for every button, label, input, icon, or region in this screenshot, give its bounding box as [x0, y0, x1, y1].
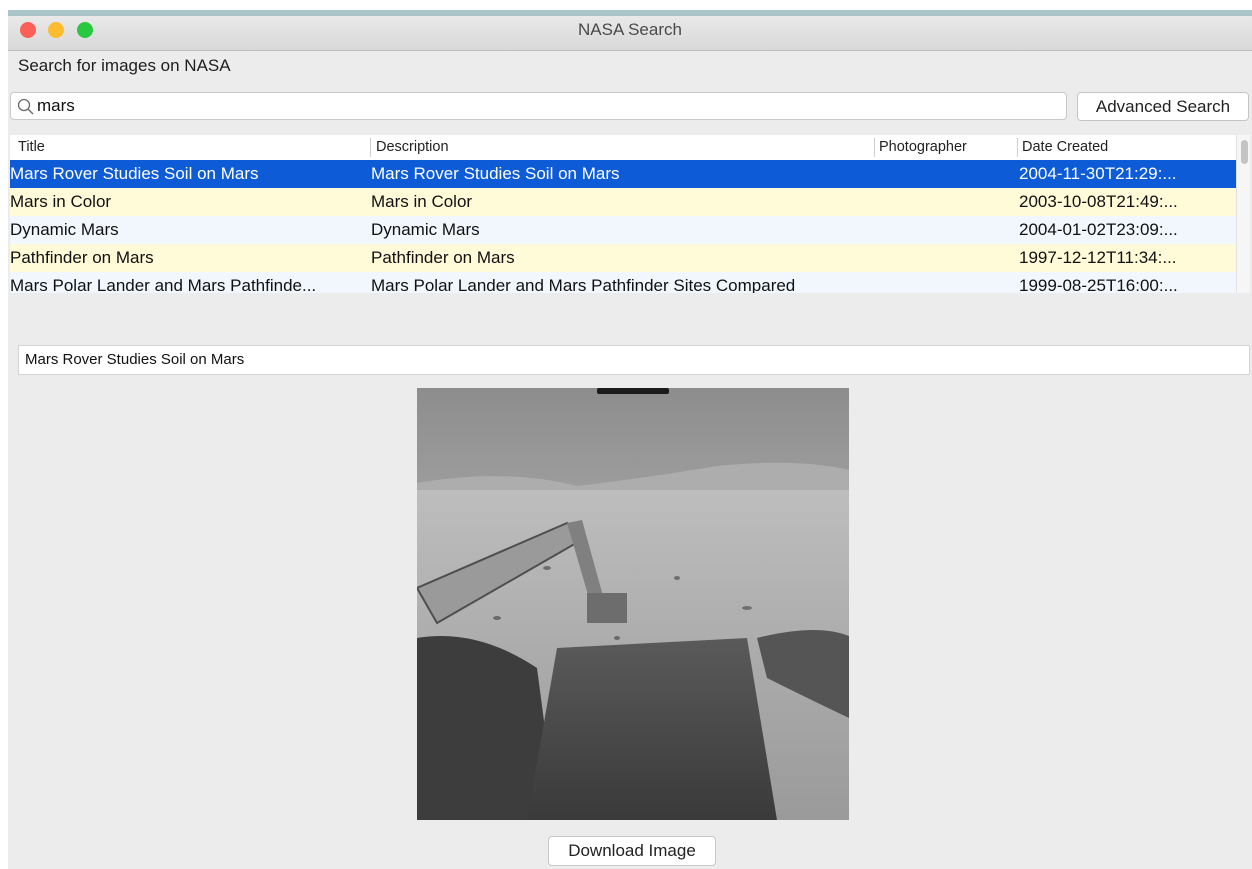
column-header-title[interactable]: Title	[18, 139, 45, 155]
page-subtitle: Search for images on NASA	[18, 56, 231, 75]
cell-date-created: 2004-11-30T21:29:...	[1019, 164, 1177, 183]
search-icon	[17, 98, 34, 115]
cell-date-created: 1997-12-12T11:34:...	[1019, 248, 1177, 267]
advanced-search-button[interactable]: Advanced Search	[1077, 92, 1249, 121]
app-window: NASA Search Search for images on NASA Ad…	[8, 10, 1252, 869]
column-header-photographer[interactable]: Photographer	[879, 139, 967, 155]
cell-date-created: 1999-08-25T16:00:...	[1019, 276, 1178, 293]
table-scrollbar[interactable]	[1236, 135, 1250, 293]
column-divider[interactable]	[370, 138, 371, 157]
table-header: Title Description Photographer Date Crea…	[10, 135, 1250, 161]
column-header-description[interactable]: Description	[376, 139, 449, 155]
cell-title: Mars in Color	[10, 192, 112, 211]
cell-date-created: 2003-10-08T21:49:...	[1019, 192, 1178, 211]
image-caption: Mars Rover Studies Soil on Mars	[18, 345, 1250, 375]
cell-title: Mars Polar Lander and Mars Pathfinde...	[10, 276, 317, 293]
cell-date-created: 2004-01-02T23:09:...	[1019, 220, 1178, 239]
table-row[interactable]: Dynamic Mars Dynamic Mars 2004-01-02T23:…	[10, 216, 1236, 244]
column-header-date-created[interactable]: Date Created	[1022, 139, 1108, 155]
window-title: NASA Search	[578, 20, 682, 39]
scrollbar-thumb[interactable]	[1241, 140, 1248, 164]
cell-description: Mars in Color	[371, 192, 473, 211]
mars-rover-image	[417, 388, 849, 820]
results-table[interactable]: Title Description Photographer Date Crea…	[10, 135, 1250, 293]
cell-description: Mars Rover Studies Soil on Mars	[371, 164, 620, 183]
search-input[interactable]	[37, 93, 1057, 119]
table-row[interactable]: Mars in Color Mars in Color 2003-10-08T2…	[10, 188, 1236, 216]
search-field[interactable]	[10, 92, 1067, 120]
download-image-button[interactable]: Download Image	[548, 836, 716, 866]
cell-description: Mars Polar Lander and Mars Pathfinder Si…	[371, 276, 796, 293]
cell-title: Mars Rover Studies Soil on Mars	[10, 164, 259, 183]
cell-title: Dynamic Mars	[10, 220, 119, 239]
table-row-selected[interactable]: Mars Rover Studies Soil on Mars Mars Rov…	[10, 160, 1236, 188]
cell-description: Dynamic Mars	[371, 220, 480, 239]
column-divider[interactable]	[874, 138, 875, 157]
cell-description: Pathfinder on Mars	[371, 248, 515, 267]
table-row[interactable]: Mars Polar Lander and Mars Pathfinde... …	[10, 272, 1236, 293]
cell-title: Pathfinder on Mars	[10, 248, 154, 267]
title-bar[interactable]: NASA Search	[8, 16, 1252, 51]
column-divider[interactable]	[1017, 138, 1018, 157]
table-row[interactable]: Pathfinder on Mars Pathfinder on Mars 19…	[10, 244, 1236, 272]
